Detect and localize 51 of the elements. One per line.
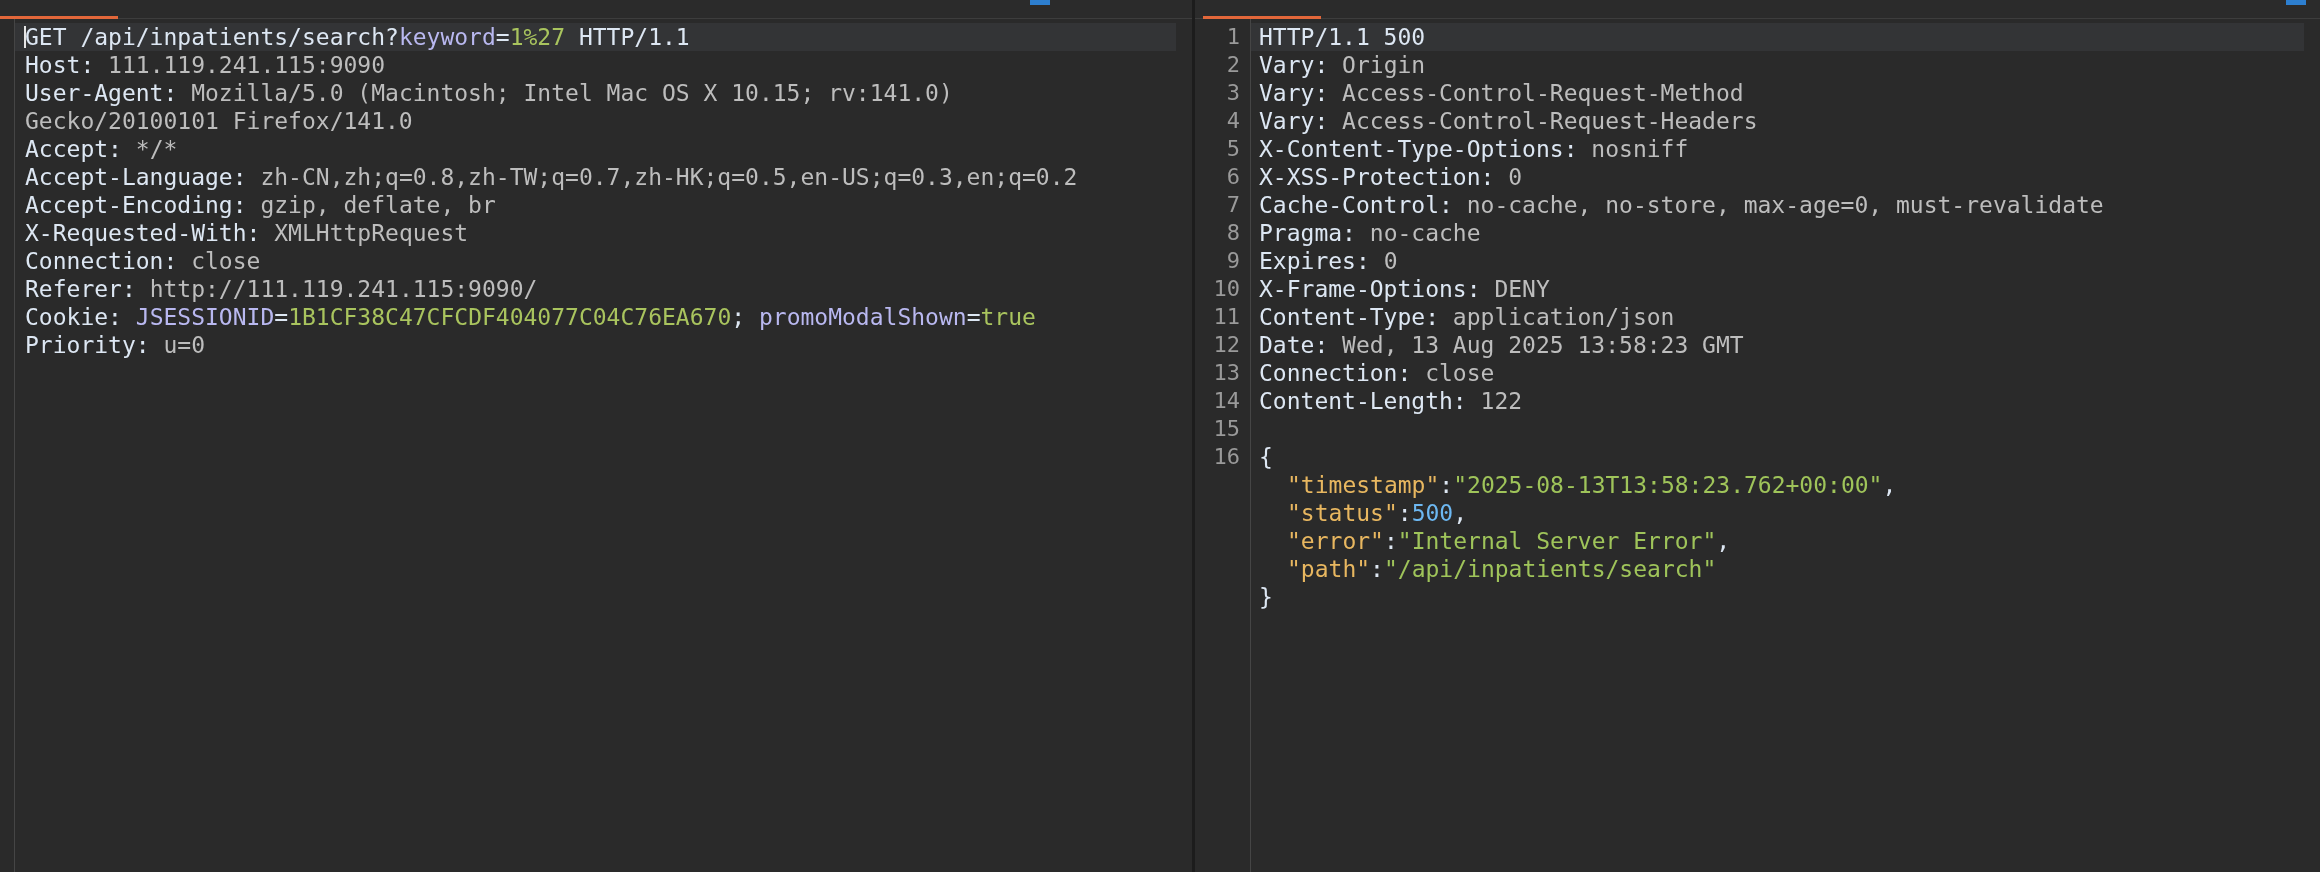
line-number: 3 (1225, 79, 1241, 107)
code-line: X-Content-Type-Options: nosniff (1258, 135, 1690, 163)
line-number: 12 (1212, 331, 1241, 359)
text-cursor (24, 26, 26, 48)
code-line: Accept-Language: zh-CN,zh;q=0.8,zh-TW;q=0.7,zh-HK;q=0.5,en-US;q=0.3,en;q=0.2 (24, 163, 1079, 191)
code-line: "path":"/api/inpatients/search" (1286, 555, 1718, 583)
line-number: 6 (1225, 163, 1241, 191)
line-number: 15 (1212, 415, 1241, 443)
code-line: Connection: close (1258, 359, 1496, 387)
code-line: "error":"Internal Server Error", (1286, 527, 1732, 555)
line-number: 9 (1225, 247, 1241, 275)
code-line: } (1258, 583, 1274, 611)
line-number: 5 (1225, 135, 1241, 163)
code-line: Priority: u=0 (24, 331, 206, 359)
code-line: "status":500, (1286, 499, 1469, 527)
line-number: 8 (1225, 219, 1241, 247)
code-line: Content-Type: application/json (1258, 303, 1676, 331)
code-line: Host: 111.119.241.115:9090 (24, 51, 387, 79)
code-line: Cache-Control: no-cache, no-store, max-age=0, must-revalidate (1258, 191, 2105, 219)
toolbar-icon[interactable] (1030, 0, 1050, 5)
code-line: User-Agent: Mozilla/5.0 (Macintosh; Intel Mac OS X 10.15; rv:141.0) (24, 79, 954, 107)
line-number: 14 (1212, 387, 1241, 415)
code-line: Vary: Origin (1258, 51, 1427, 79)
code-line: X-Frame-Options: DENY (1258, 275, 1551, 303)
code-line: "timestamp":"2025-08-13T13:58:23.762+00:00", (1286, 471, 1898, 499)
line-number: 11 (1212, 303, 1241, 331)
code-line: Accept: */* (24, 135, 179, 163)
code-line: Pragma: no-cache (1258, 219, 1482, 247)
code-line: Cookie: JSESSIONID=1B1CF38C47CFCDF404077C04C76EA670; promoModalShown=true (24, 303, 1037, 331)
line-number: 10 (1212, 275, 1241, 303)
code-line: Connection: close (24, 247, 262, 275)
code-line: { (1258, 443, 1274, 471)
tab-indicator[interactable] (0, 16, 118, 19)
code-line: X-XSS-Protection: 0 (1258, 163, 1524, 191)
code-line: Accept-Encoding: gzip, deflate, br (24, 191, 497, 219)
toolbar-icon[interactable] (2286, 0, 2306, 5)
code-line: Date: Wed, 13 Aug 2025 13:58:23 GMT (1258, 331, 1745, 359)
code-line: X-Requested-With: XMLHttpRequest (24, 219, 470, 247)
code-line: Referer: http://111.119.241.115:9090/ (24, 275, 539, 303)
tab-indicator[interactable] (1203, 16, 1321, 19)
line-number: 16 (1212, 443, 1241, 471)
line-number: 1 (1225, 23, 1241, 51)
code-line: Expires: 0 (1258, 247, 1399, 275)
line-number: 4 (1225, 107, 1241, 135)
code-line: Content-Length: 122 (1258, 387, 1524, 415)
code-line: Vary: Access-Control-Request-Headers (1258, 107, 1759, 135)
line-number: 7 (1225, 191, 1241, 219)
code-line: Gecko/20100101 Firefox/141.0 (24, 107, 414, 135)
line-number: 2 (1225, 51, 1241, 79)
code-line: Vary: Access-Control-Request-Method (1258, 79, 1745, 107)
line-number: 13 (1212, 359, 1241, 387)
